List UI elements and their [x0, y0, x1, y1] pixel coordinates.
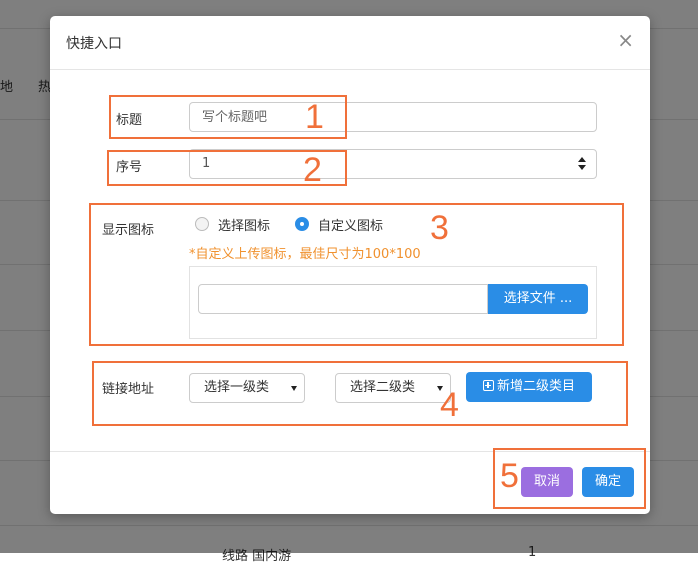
close-icon[interactable]: × — [617, 30, 634, 50]
modal-title: 快捷入口 — [66, 36, 122, 52]
annotation-number-3: 3 — [430, 209, 449, 247]
modal-header: 快捷入口 × — [50, 16, 650, 70]
number-spinner-icon[interactable] — [578, 157, 586, 171]
annotation-number-2: 2 — [303, 151, 322, 189]
annotation-box-3 — [89, 203, 624, 346]
annotation-number-5: 5 — [500, 457, 519, 495]
annotation-number-4: 4 — [440, 386, 459, 424]
annotation-box-4 — [92, 361, 628, 426]
annotation-number-1: 1 — [305, 98, 324, 136]
